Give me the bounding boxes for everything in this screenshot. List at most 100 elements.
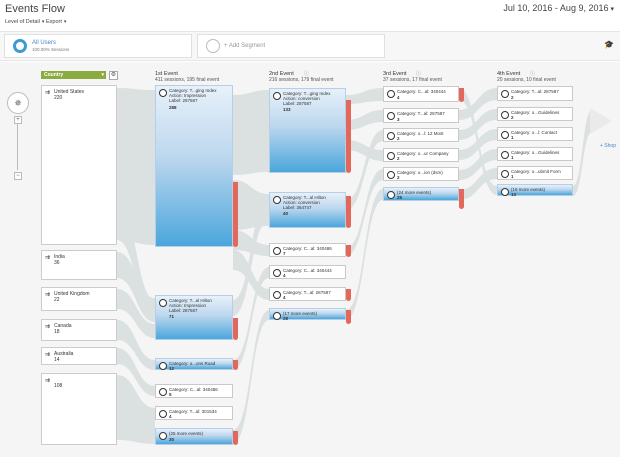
dropoff-bar[interactable] — [346, 196, 351, 228]
event-count: 1 — [511, 155, 514, 160]
dropoff-bar[interactable] — [346, 100, 351, 173]
event-node[interactable]: Category: o...ur Company 2 — [383, 148, 459, 162]
country-node[interactable]: ⇉ United Kingdom 22 — [41, 287, 117, 311]
event-icon — [387, 171, 395, 179]
event-category: Category: o...Guidelines — [511, 110, 560, 115]
pan-control[interactable]: ✵ — [7, 92, 29, 114]
column-stats-4: 20 sessions, 10 final event — [497, 77, 556, 83]
event-node[interactable]: Category: o...ons Road 12 — [155, 358, 233, 371]
event-node[interactable]: Category: T...ging Index Action: Impress… — [155, 85, 233, 247]
event-category: Category: T...al: 287587 — [511, 89, 559, 94]
event-category: Category: C...al: 340444 — [397, 89, 446, 94]
info-icon[interactable]: ⓘ — [304, 70, 309, 77]
event-node[interactable]: Category: o...l: 12 Most 2 — [383, 128, 459, 142]
dropoff-bar[interactable] — [346, 289, 351, 301]
event-icon — [159, 299, 167, 307]
dropoff-bar[interactable] — [346, 245, 351, 257]
event-count: 40 — [283, 211, 289, 216]
dimension-selector[interactable]: Country ▾ — [41, 71, 106, 79]
dropoff-bar[interactable] — [233, 360, 238, 370]
event-count: 4 — [397, 95, 400, 100]
event-icon — [501, 111, 509, 119]
dropoff-bar[interactable] — [459, 189, 464, 209]
event-node[interactable]: Category: T...al: 287587 4 — [269, 287, 346, 301]
zoom-in-button[interactable]: + — [14, 116, 22, 124]
column-stats-1: 411 sessions, 195 final event — [155, 77, 220, 83]
chevron-down-icon: ▾ — [101, 72, 104, 78]
event-icon — [159, 362, 167, 370]
country-value: 14 — [54, 357, 60, 363]
country-node[interactable]: ⇉ 108 — [41, 373, 117, 445]
event-category: Category: T...al: 287587 — [283, 290, 331, 295]
event-icon — [273, 247, 281, 255]
country-value: 36 — [54, 260, 60, 266]
event-node[interactable]: Category: T...ging Index Action: convers… — [269, 88, 346, 173]
dropoff-bar[interactable] — [233, 318, 238, 340]
info-icon[interactable]: ⓘ — [416, 70, 421, 77]
flow-arrows-icon: ⇉ — [45, 324, 51, 330]
event-count: 2 — [511, 95, 514, 100]
event-count: 4 — [283, 295, 286, 300]
event-node[interactable]: Category: T...al: 287587 2 — [497, 86, 573, 101]
event-count: 288 — [169, 105, 177, 110]
event-node[interactable]: Category: T...al: 287587 3 — [383, 108, 459, 123]
info-icon[interactable]: ⓘ — [530, 70, 535, 77]
event-node[interactable]: (17 more events) 28 — [269, 308, 346, 321]
zoom-out-button[interactable]: − — [14, 172, 22, 180]
event-node[interactable]: Category: T...al Hilton Action: Impressi… — [155, 295, 233, 340]
column-stats-3: 37 sessions, 17 final event — [383, 77, 442, 83]
event-category: (25 more events) — [169, 431, 204, 436]
event-count: 3 — [397, 117, 400, 122]
dropoff-bar[interactable] — [233, 431, 238, 445]
event-count: 28 — [283, 316, 289, 321]
event-category: Category: o...l: Contact — [511, 130, 558, 135]
country-node[interactable]: ⇉ India 36 — [41, 250, 117, 280]
next-step-arrow — [590, 108, 612, 134]
event-category: (17 more events) — [283, 311, 318, 316]
event-node[interactable]: Category: o...ubmit Form 1 — [497, 166, 573, 180]
event-category: Category: T...al: 287587 — [397, 111, 445, 116]
event-icon — [159, 432, 167, 440]
event-icon — [159, 410, 167, 418]
event-count: 4 — [283, 273, 286, 278]
event-category: Category: o...l: 12 Most — [397, 131, 444, 136]
event-node[interactable]: Category: C...al: 340444 4 — [269, 265, 346, 279]
country-node[interactable]: ⇉ Canada 18 — [41, 319, 117, 341]
event-node[interactable]: Category: T...al: 301534 4 — [155, 406, 233, 420]
event-node[interactable]: Category: o...ion (dsm) 2 — [383, 167, 459, 181]
country-node[interactable]: ⇉ Australia 14 — [41, 347, 117, 365]
event-icon — [273, 92, 281, 100]
flow-band — [346, 88, 383, 104]
event-node[interactable]: Category: T...al Hilton Action: conversi… — [269, 192, 346, 228]
event-icon — [387, 132, 395, 140]
event-icon — [387, 152, 395, 160]
country-node[interactable]: ⇉ United States 220 — [41, 85, 117, 245]
event-node[interactable]: Category: o...Guidelines 2 — [497, 107, 573, 121]
dropoff-bar[interactable] — [459, 88, 464, 102]
event-node[interactable]: (24 more events) 25 — [383, 187, 459, 201]
event-node[interactable]: Category: C...al: 340444 4 — [383, 86, 459, 102]
event-count: 133 — [283, 107, 291, 112]
country-value: 18 — [54, 329, 60, 335]
shop-link[interactable]: + Shop — [600, 143, 616, 149]
event-node[interactable]: (25 more events) 30 — [155, 428, 233, 445]
flow-band — [346, 110, 383, 130]
dropoff-bar[interactable] — [346, 310, 351, 324]
event-node[interactable]: (19 more events) 13 — [497, 184, 573, 197]
zoom-track[interactable] — [17, 122, 18, 170]
event-node[interactable]: Category: C...al: 340486 5 — [155, 384, 233, 398]
event-count: 1 — [511, 174, 514, 179]
flow-band — [346, 169, 383, 256]
dropoff-bar[interactable] — [233, 182, 238, 247]
event-icon — [501, 151, 509, 159]
gear-icon[interactable]: ⚙ — [109, 71, 118, 80]
event-node[interactable]: Category: C...al: 340486 7 — [269, 243, 346, 257]
flow-arrows-icon: ⇉ — [45, 255, 51, 261]
event-category: (24 more events) — [397, 190, 432, 195]
event-node[interactable]: Category: o...l: Contact 1 — [497, 127, 573, 141]
event-icon — [387, 90, 395, 98]
event-node[interactable]: Category: o...Guidelines 1 — [497, 147, 573, 161]
event-count: 13 — [511, 192, 517, 197]
flow-band — [233, 310, 269, 444]
event-count: 25 — [397, 195, 403, 200]
